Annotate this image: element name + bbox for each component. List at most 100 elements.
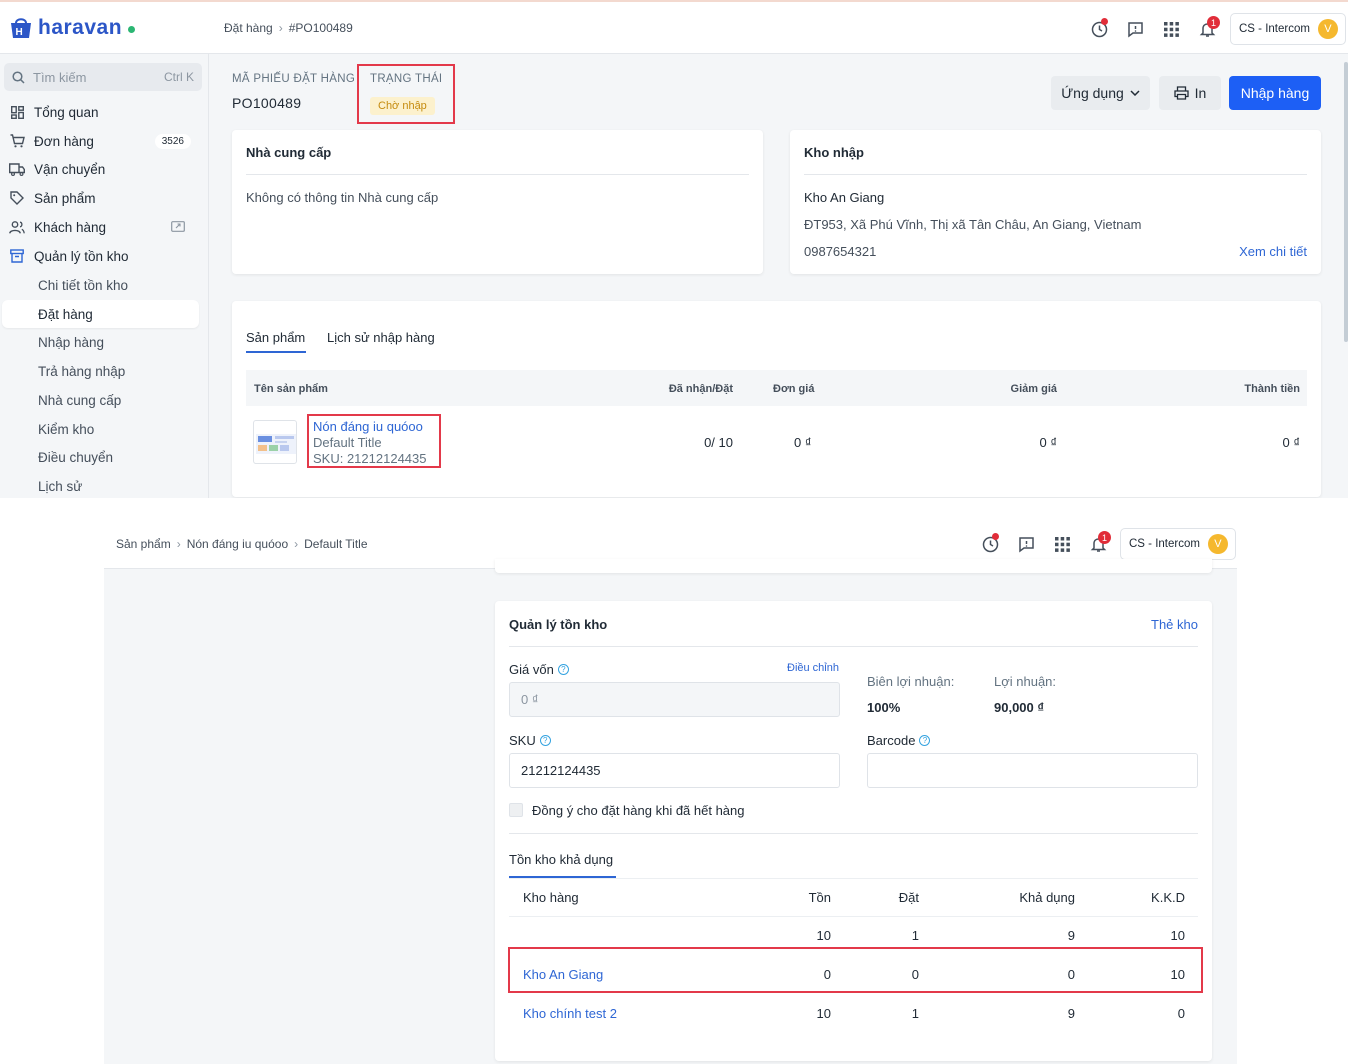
update-dot	[1101, 18, 1108, 25]
supplier-empty-text: Không có thông tin Nhà cung cấp	[246, 190, 439, 205]
col-product-name: Tên sản phẩm	[254, 383, 328, 395]
print-label: In	[1194, 85, 1207, 101]
barcode-input[interactable]	[867, 753, 1198, 788]
sidebar-item-overview[interactable]: Tổng quan	[0, 98, 209, 126]
tab-products[interactable]: Sản phẩm	[246, 330, 305, 345]
sidebar-sub-label: Đặt hàng	[38, 306, 93, 322]
chevron-right-icon: ›	[278, 21, 283, 35]
open-window-icon[interactable]	[171, 220, 185, 235]
bell-icon[interactable]: 1	[1189, 14, 1225, 44]
sidebar-item-label: Sản phẩm	[34, 190, 96, 206]
divider	[509, 878, 1198, 879]
view-detail-link[interactable]: Xem chi tiết	[1239, 244, 1307, 259]
account-name: CS - Intercom	[1129, 538, 1200, 550]
sidebar-sub-inventory-detail[interactable]: Chi tiết tồn kho	[0, 271, 209, 299]
sidebar: Tìm kiếm Ctrl K Tổng quan Đơn hàng 3526 …	[0, 54, 209, 498]
product-content: Quản lý tồn kho Thẻ kho Giá vốn? Điều ch…	[104, 559, 1237, 1064]
discount-value[interactable]: 0 ₫	[1039, 435, 1057, 450]
backorder-label[interactable]: Đồng ý cho đặt hàng khi đã hết hàng	[532, 803, 745, 818]
help-icon[interactable]: ?	[919, 735, 931, 746]
product-thumbnail	[253, 420, 297, 464]
sidebar-sub-label: Điều chuyển	[38, 449, 114, 465]
avatar: V	[1317, 19, 1338, 39]
sidebar-sub-receive[interactable]: Nhập hàng	[0, 328, 209, 356]
tab-import-history[interactable]: Lịch sử nhập hàng	[327, 330, 435, 345]
warehouse-link[interactable]: Kho chính test 2	[523, 1006, 617, 1021]
sku-input[interactable]: 21212124435	[509, 753, 840, 788]
product-variant: Default Title	[313, 435, 382, 450]
users-icon	[9, 219, 25, 235]
available-value[interactable]: 9	[1068, 1006, 1075, 1021]
logo-text: haravan	[38, 16, 123, 39]
truck-icon	[9, 161, 25, 177]
breadcrumb-orders[interactable]: Đặt hàng	[224, 21, 273, 35]
sidebar-item-customers[interactable]: Khách hàng	[0, 213, 209, 241]
breadcrumb-product[interactable]: Nón đáng iu quóoo	[187, 537, 288, 551]
help-icon[interactable]: ?	[539, 735, 551, 746]
message-icon[interactable]	[1117, 14, 1153, 44]
sidebar-sub-suppliers[interactable]: Nhà cung cấp	[0, 386, 209, 414]
sidebar-sub-purchase-orders[interactable]: Đặt hàng	[2, 300, 199, 328]
active-tab-indicator	[246, 351, 306, 353]
apps-grid-icon[interactable]	[1153, 14, 1189, 44]
sku-label-wrap: SKU?	[509, 733, 551, 748]
sidebar-item-orders[interactable]: Đơn hàng 3526	[0, 127, 209, 155]
sidebar-item-inventory[interactable]: Quản lý tồn kho	[0, 242, 209, 270]
haravan-logo[interactable]: H haravan	[8, 16, 136, 40]
help-icon[interactable]: ?	[557, 664, 569, 675]
sidebar-sub-transfer[interactable]: Điều chuyển	[0, 443, 209, 471]
sidebar-sub-return[interactable]: Trả hàng nhập	[0, 357, 209, 385]
warehouse-address: ĐT953, Xã Phú Vĩnh, Thị xã Tân Châu, An …	[804, 217, 1142, 232]
unit-price-value[interactable]: 0 ₫	[794, 435, 812, 450]
account-menu[interactable]: CS - Intercom V	[1230, 13, 1346, 45]
sidebar-sub-label: Kiểm kho	[38, 421, 95, 437]
product-name-link[interactable]: Nón đáng iu quóoo	[313, 419, 423, 434]
sidebar-item-label: Đơn hàng	[34, 133, 94, 149]
chevron-right-icon: ›	[176, 537, 181, 551]
unavailable-value: 0	[1177, 1006, 1185, 1021]
inventory-title: Quản lý tồn kho	[509, 617, 608, 632]
breadcrumb-products[interactable]: Sản phẩm	[116, 537, 171, 551]
sidebar-sub-history[interactable]: Lịch sử	[0, 472, 209, 498]
tab-available-stock[interactable]: Tồn kho khả dụng	[509, 852, 613, 867]
on-hand-value: 10	[816, 1006, 831, 1021]
sidebar-sub-stocktake[interactable]: Kiểm kho	[0, 415, 209, 443]
apps-dropdown-button[interactable]: Ứng dụng	[1051, 76, 1150, 110]
divider	[509, 833, 1198, 834]
warehouse-name: Kho An Giang	[804, 190, 885, 205]
import-goods-button[interactable]: Nhập hàng	[1229, 76, 1321, 110]
total-committed: 1	[911, 928, 919, 943]
adjust-cost-link[interactable]: Điều chỉnh	[787, 662, 839, 674]
divider	[804, 174, 1307, 175]
divider	[246, 174, 749, 175]
sidebar-item-label: Quản lý tồn kho	[34, 248, 129, 264]
committed-value: 1	[911, 1006, 919, 1021]
sidebar-item-label: Tổng quan	[34, 104, 99, 120]
status-badge: Chờ nhập	[370, 97, 435, 115]
divider	[509, 916, 1198, 917]
print-button[interactable]: In	[1159, 76, 1221, 110]
scrollbar-thumb[interactable]	[1344, 62, 1348, 342]
sidebar-item-products[interactable]: Sản phẩm	[0, 184, 209, 212]
box-icon	[9, 248, 25, 264]
apps-grid-icon[interactable]	[1044, 529, 1080, 559]
sidebar-item-shipping[interactable]: Vận chuyển	[0, 155, 209, 183]
sidebar-sub-label: Nhà cung cấp	[38, 392, 122, 408]
search-shortcut: Ctrl K	[164, 70, 194, 84]
search-input[interactable]: Tìm kiếm Ctrl K	[4, 63, 202, 91]
account-menu[interactable]: CS - Intercom V	[1120, 528, 1236, 560]
import-label: Nhập hàng	[1240, 85, 1310, 101]
history-icon[interactable]	[1081, 14, 1117, 44]
total-available: 9	[1067, 928, 1075, 943]
account-name: CS - Intercom	[1239, 23, 1310, 35]
stock-card-link[interactable]: Thẻ kho	[1151, 617, 1198, 632]
warehouse-link[interactable]: Kho An Giang	[523, 967, 603, 982]
bell-icon[interactable]: 1	[1080, 529, 1116, 559]
supplier-title: Nhà cung cấp	[246, 145, 332, 160]
message-icon[interactable]	[1008, 529, 1044, 559]
history-icon[interactable]	[972, 529, 1008, 559]
backorder-checkbox[interactable]	[509, 803, 523, 817]
available-value[interactable]: 0	[1068, 967, 1075, 982]
status-label: TRẠNG THÁI	[370, 73, 443, 85]
barcode-label: Barcode	[867, 733, 916, 748]
